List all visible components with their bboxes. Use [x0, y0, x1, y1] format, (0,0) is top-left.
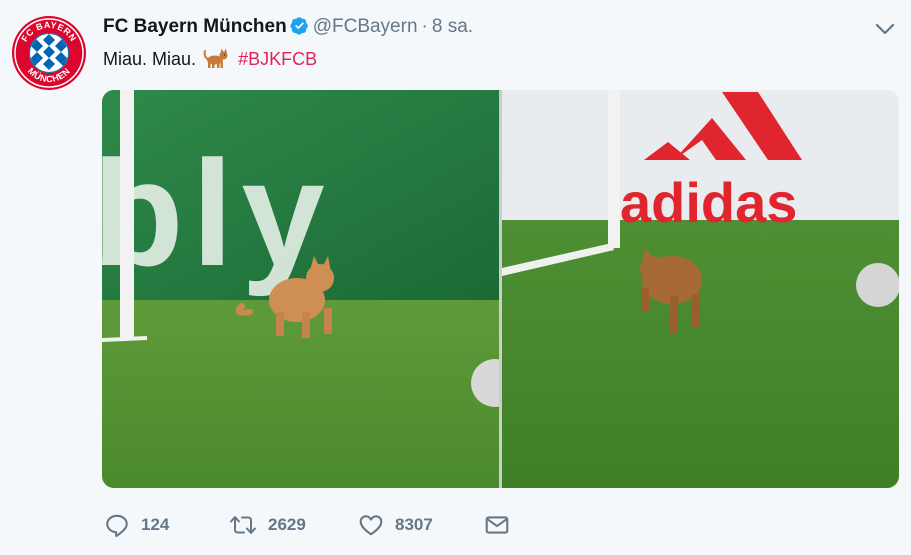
handle[interactable]: @FCBayern [313, 16, 418, 37]
like-button[interactable]: 8307 [358, 510, 433, 540]
direct-message-button[interactable] [484, 510, 510, 540]
verified-badge-icon [290, 16, 309, 43]
hashtag-link[interactable]: #BJKFCB [238, 49, 317, 69]
board-text-left: bly [102, 129, 333, 297]
reply-button[interactable]: 124 [104, 510, 169, 540]
retweet-button[interactable]: 2629 [229, 510, 306, 540]
photo-left[interactable]: bly [102, 90, 499, 488]
separator-dot: · [421, 16, 428, 37]
reply-icon [106, 514, 128, 537]
timestamp[interactable]: 8 sa. [432, 16, 473, 37]
tweet-text-body: Miau. Miau. [103, 49, 197, 69]
retweet-count: 2629 [268, 515, 306, 534]
reply-count: 124 [141, 515, 170, 534]
envelope-icon [485, 516, 509, 534]
media-grid: bly adidas [102, 90, 899, 488]
tweet-text: Miau. Miau. #BJKFCB [103, 46, 317, 76]
tweet-menu-chevron-icon[interactable] [874, 20, 896, 38]
avatar[interactable]: FC BAYERN MÜNCHEN [11, 15, 87, 91]
like-count: 8307 [395, 515, 433, 534]
photo-right[interactable]: adidas [502, 90, 899, 488]
fc-bayern-crest-icon: FC BAYERN MÜNCHEN [12, 16, 86, 90]
tweet-card[interactable]: FC BAYERN MÜNCHEN FC Bayern München @FCB… [0, 0, 911, 555]
board-text-right: adidas [620, 171, 797, 234]
display-name[interactable]: FC Bayern München [103, 16, 287, 37]
tweet-header: FC Bayern München @FCBayern · 8 sa. [103, 14, 473, 43]
cat-emoji-icon [203, 47, 229, 76]
heart-icon [359, 515, 383, 536]
retweet-icon [230, 516, 256, 534]
